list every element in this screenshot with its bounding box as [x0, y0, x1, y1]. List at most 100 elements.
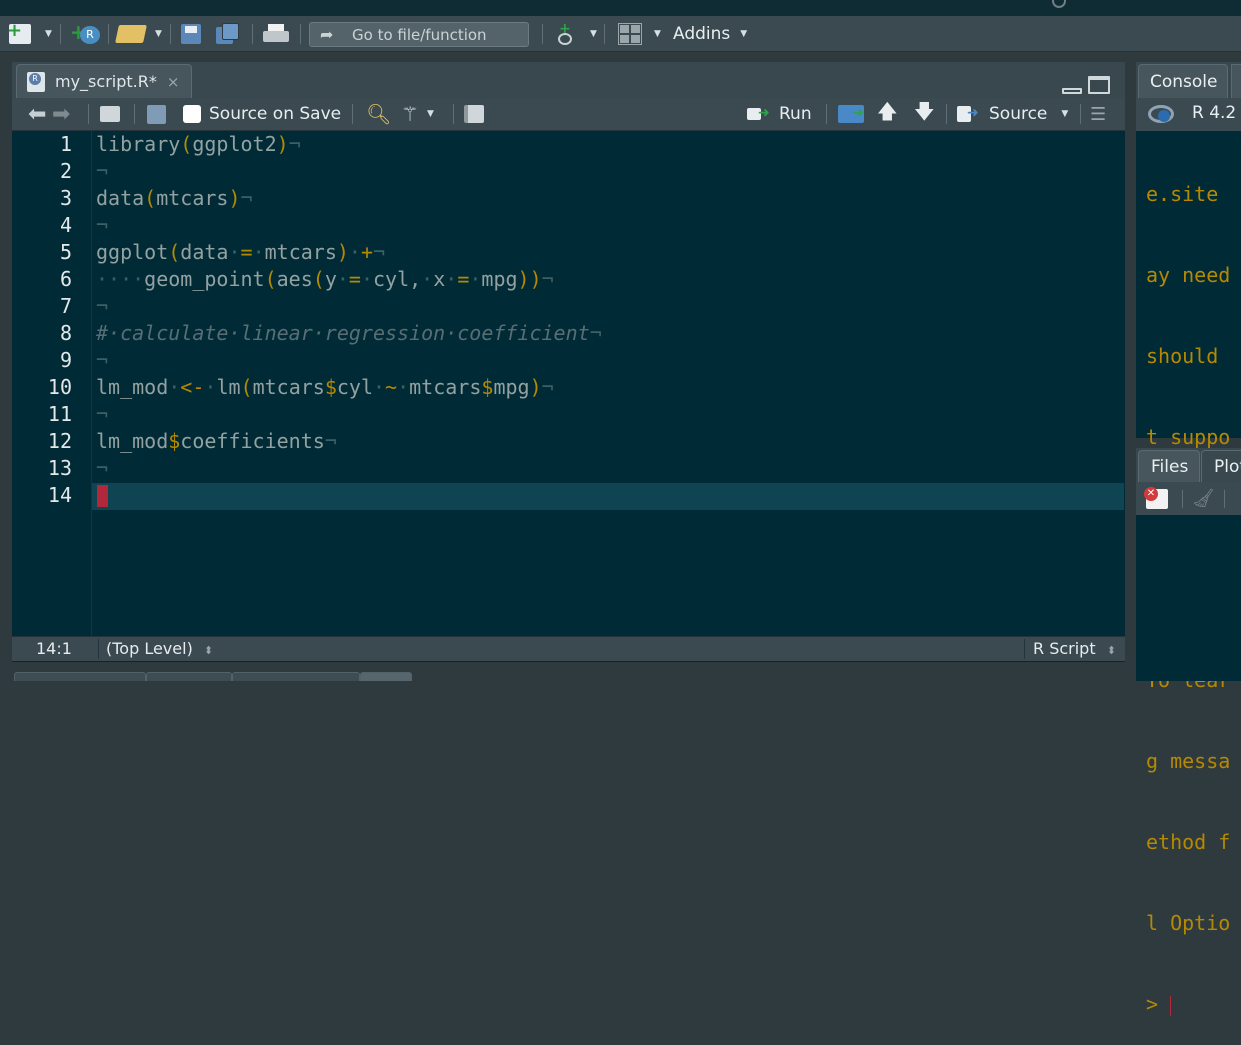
bottom-tab[interactable]	[146, 672, 232, 681]
prev-section-button[interactable]: 🡅	[877, 99, 898, 125]
scope-selector[interactable]: (Top Level) ⬍	[106, 639, 213, 658]
save-button[interactable]	[181, 23, 201, 45]
show-in-window-button[interactable]	[100, 103, 120, 125]
toolbar-divider	[252, 24, 253, 44]
checkbox-box[interactable]	[183, 105, 201, 123]
new-project-icon: + R	[70, 22, 100, 45]
broom-icon[interactable]: 🧹︎	[1192, 488, 1215, 509]
toolbar-divider	[1182, 490, 1183, 508]
user-icon[interactable]	[1052, 0, 1066, 8]
pane-window-controls	[1062, 74, 1110, 94]
toolbar-divider	[604, 24, 605, 44]
bottom-tab[interactable]	[360, 672, 412, 681]
line-number: 5	[59, 240, 72, 264]
compile-report-button[interactable]	[464, 103, 484, 125]
tab-terminal[interactable]	[1231, 64, 1241, 98]
goto-file-function-input[interactable]: ➦ Go to file/function	[309, 22, 529, 47]
code-line[interactable]: lm_mod·<-·lm(mtcars$cyl·~·mtcars$mpg)¬	[96, 374, 554, 401]
bottom-tab[interactable]	[232, 672, 360, 681]
document-outline-button[interactable]: ☰	[1090, 103, 1106, 125]
code-line[interactable]: #·calculate·linear·regression·coefficien…	[96, 320, 602, 347]
files-toolbar: ✕ 🧹︎	[1136, 482, 1241, 515]
line-number: 7	[59, 294, 72, 318]
new-file-button[interactable]: + ▼	[7, 22, 52, 45]
status-divider	[98, 639, 99, 659]
updown-chevron-icon: ⬍	[1106, 644, 1116, 657]
tab-files[interactable]: Files	[1138, 450, 1200, 482]
code-line[interactable]: lm_mod$coefficients¬	[96, 428, 337, 455]
plots-tab-label: Plot	[1214, 456, 1241, 477]
run-button[interactable]: ➜ Run	[747, 103, 812, 125]
toolbar-divider	[300, 24, 301, 44]
chevron-down-icon: ▼	[654, 29, 661, 39]
source-button[interactable]: ➜ Source ▼	[957, 103, 1068, 125]
rerun-button[interactable]: ➜	[838, 103, 864, 125]
code-line[interactable]: library(ggplot2)¬	[96, 131, 301, 158]
code-line[interactable]: ¬	[96, 293, 108, 320]
line-number: 14	[47, 483, 72, 507]
arrow-left-icon: ⬅	[28, 101, 47, 127]
chevron-down-icon: ▼	[45, 29, 52, 39]
toolbar-divider	[60, 24, 61, 44]
run-label: Run	[779, 104, 812, 124]
save-all-button[interactable]	[216, 23, 240, 45]
chevron-down-icon: ▼	[590, 29, 597, 39]
r-file-icon: R	[27, 71, 45, 92]
console-line: ay need	[1146, 263, 1231, 287]
filetype-label: R Script	[1033, 639, 1096, 658]
line-number: 11	[47, 402, 72, 426]
code-tools-button[interactable]: ⚚ ▼	[401, 102, 434, 126]
arrow-right-icon: ➡	[52, 101, 71, 127]
filetype-selector[interactable]: R Script ⬍	[1033, 639, 1116, 658]
code-line[interactable]: ¬	[96, 158, 108, 185]
next-section-button[interactable]: 🡇	[914, 99, 935, 125]
code-line[interactable]: ¬	[96, 347, 108, 374]
vcs-button[interactable]: + ▼	[556, 22, 597, 45]
tab-plots[interactable]: Plot	[1201, 450, 1241, 482]
source-on-save-checkbox[interactable]: Source on Save	[183, 103, 341, 125]
tab-my-script[interactable]: R my_script.R* ×	[16, 64, 192, 98]
new-file-icon: +	[7, 22, 31, 44]
toolbar-divider	[542, 24, 543, 44]
open-file-button[interactable]: ▼	[115, 23, 162, 45]
close-icon[interactable]: ×	[167, 73, 180, 91]
console-line: g messa	[1146, 749, 1231, 773]
new-project-button[interactable]: + R	[70, 22, 100, 45]
source-on-save-label: Source on Save	[209, 104, 342, 124]
chevron-down-icon: ▼	[1061, 109, 1069, 119]
save-icon	[147, 104, 166, 124]
rerun-icon: ➜	[838, 105, 864, 123]
find-replace-button[interactable]: 🔍︎	[366, 102, 391, 126]
line-number: 12	[47, 429, 72, 453]
code-line[interactable]: ¬	[96, 401, 108, 428]
tab-console[interactable]: Console	[1138, 64, 1228, 98]
code-line[interactable]: ····geom_point(aes(y·=·cyl,·x·=·mpg))¬	[96, 266, 554, 293]
toolbar-divider	[88, 104, 89, 124]
back-button[interactable]: ⬅	[28, 101, 47, 127]
chevron-down-icon: ▼	[426, 109, 434, 119]
line-number: 2	[59, 159, 72, 183]
status-divider	[1024, 639, 1025, 659]
addins-menu[interactable]: Addins ▼	[673, 23, 747, 45]
toolbar-divider	[1224, 490, 1225, 508]
code-line[interactable]: data(mtcars)¬	[96, 185, 253, 212]
code-line[interactable]: ¬	[96, 455, 108, 482]
editor-save-button[interactable]	[147, 103, 166, 125]
arrow-down-icon: 🡇	[914, 99, 935, 123]
line-number: 1	[59, 132, 72, 156]
editor-status-bar: 14:1 (Top Level) ⬍ R Script ⬍	[12, 636, 1125, 661]
maximize-pane-icon[interactable]	[1088, 76, 1110, 94]
forward-button[interactable]: ➡	[52, 101, 71, 127]
pane-layout-button[interactable]: ▼	[618, 23, 661, 45]
bottom-tab[interactable]	[14, 672, 146, 681]
console-line: should	[1146, 344, 1219, 368]
magic-wand-icon: ⚚	[401, 102, 419, 126]
code-line[interactable]: ¬	[96, 212, 108, 239]
delete-file-icon[interactable]: ✕	[1144, 487, 1168, 509]
print-button[interactable]	[263, 23, 289, 45]
updown-chevron-icon: ⬍	[203, 644, 214, 657]
current-line-highlight	[92, 483, 1124, 510]
console-prompt-line[interactable]: >	[1146, 991, 1230, 1018]
minimize-pane-icon[interactable]	[1062, 88, 1082, 94]
code-line[interactable]: ggplot(data·=·mtcars)·+¬	[96, 239, 385, 266]
